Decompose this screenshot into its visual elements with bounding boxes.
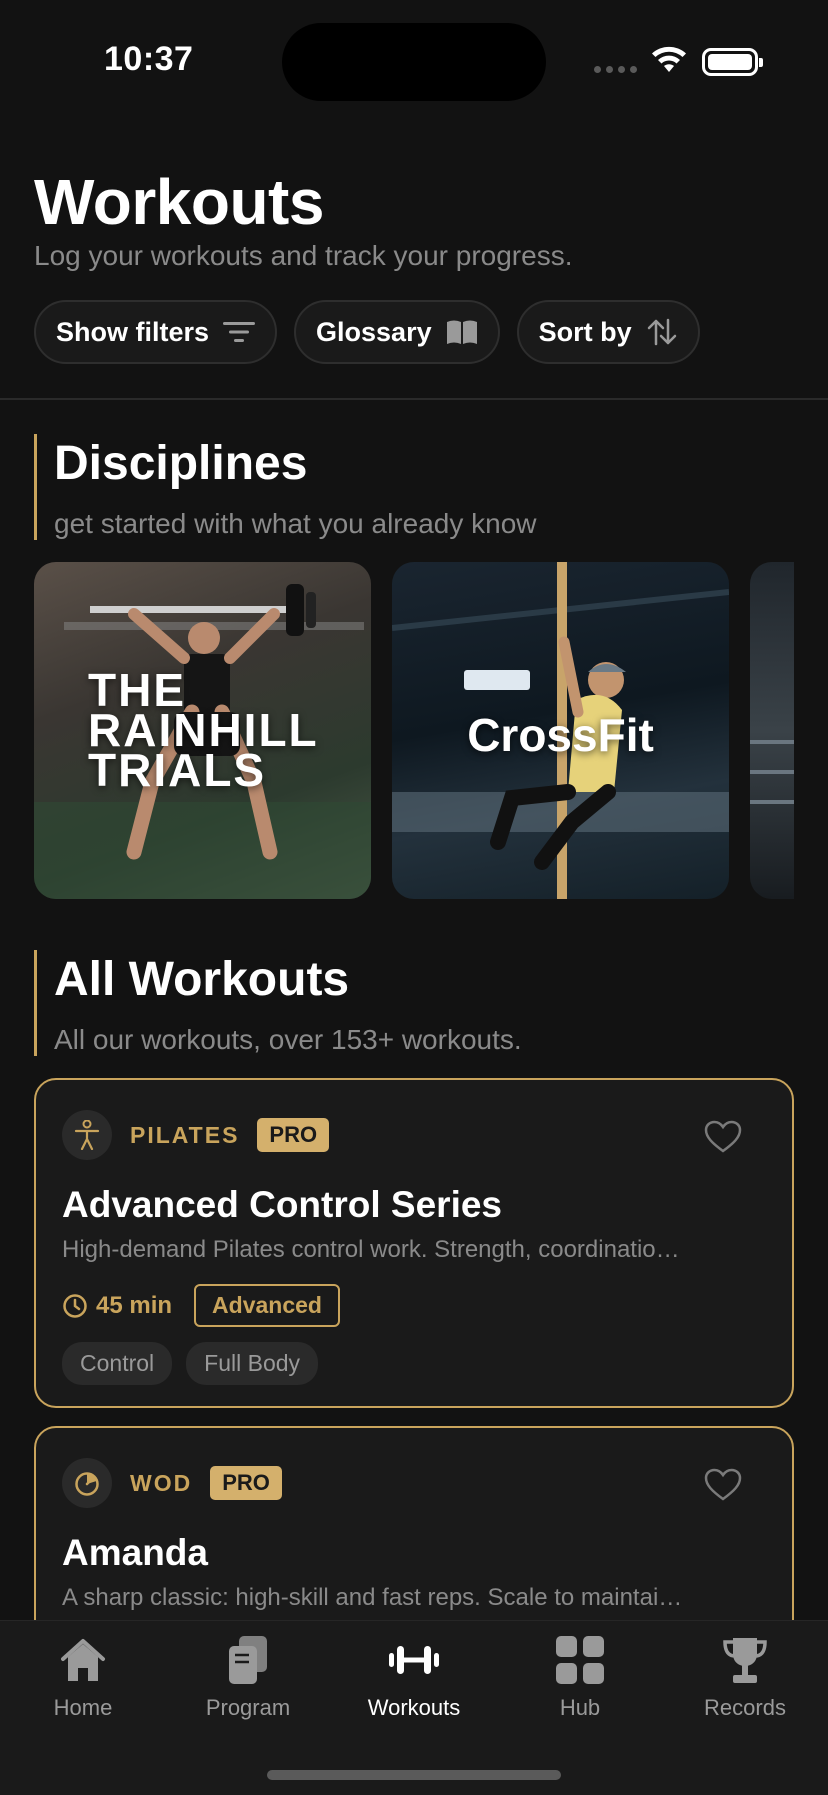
rainhill-trials-title: THE RAINHILL TRIALS: [88, 664, 318, 796]
tab-label: Records: [704, 1695, 786, 1720]
heart-icon[interactable]: [704, 1468, 742, 1502]
program-icon: [227, 1635, 269, 1685]
sort-arrows-icon: [647, 318, 676, 346]
level-badge: Advanced: [194, 1284, 340, 1327]
wifi-icon: [652, 46, 686, 72]
grid-icon: [556, 1635, 604, 1685]
category-row: PILATES PRO: [62, 1110, 330, 1160]
crossfit-title: CrossFit: [467, 709, 654, 761]
category-label: WOD: [130, 1469, 193, 1496]
pro-badge: PRO: [210, 1466, 282, 1500]
show-filters-label: Show filters: [56, 316, 210, 347]
tab-program[interactable]: Program: [165, 1635, 331, 1721]
disciplines-subtitle: get started with what you already know: [54, 508, 537, 539]
workout-title: Amanda: [62, 1532, 208, 1573]
battery-icon: [702, 48, 763, 76]
heart-icon[interactable]: [704, 1120, 742, 1154]
duration: 45 min: [62, 1292, 172, 1320]
discipline-card-crossfit[interactable]: CrossFit: [392, 562, 729, 899]
home-icon: [59, 1635, 107, 1685]
workout-meta: 45 min Advanced: [62, 1284, 340, 1327]
page-title: Workouts: [34, 166, 324, 238]
all-workouts-title: All Workouts: [54, 953, 350, 1006]
cellular-signal-icon: [594, 66, 637, 73]
discipline-card-partial[interactable]: [750, 562, 794, 899]
header-divider: [0, 398, 828, 400]
tab-label: Program: [205, 1695, 291, 1720]
workout-title: Advanced Control Series: [62, 1184, 503, 1225]
clock-icon: [63, 1293, 87, 1318]
filter-row: Show filters Glossary Sort by: [34, 300, 700, 364]
sort-by-button[interactable]: Sort by: [516, 300, 700, 364]
book-icon: [446, 320, 477, 344]
discipline-card-rainhill-trials[interactable]: THE RAINHILL TRIALS: [34, 562, 371, 899]
tag-chip: Control: [62, 1342, 173, 1385]
duration-label: 45 min: [96, 1291, 173, 1319]
dynamic-island: [282, 23, 546, 101]
tab-label: Hub: [559, 1695, 601, 1720]
stopwatch-icon: [62, 1458, 112, 1508]
tab-records[interactable]: Records: [662, 1635, 828, 1721]
glossary-label: Glossary: [316, 316, 432, 347]
tag-list: Control Full Body: [62, 1342, 319, 1385]
disciplines-section-header: Disciplines get started with what you al…: [34, 434, 536, 540]
tab-label: Workouts: [367, 1695, 461, 1720]
tab-workouts[interactable]: Workouts: [331, 1635, 497, 1721]
all-workouts-subtitle: All our workouts, over 153+ workouts.: [54, 1024, 522, 1055]
workout-card[interactable]: PILATES PRO Advanced Control Series High…: [34, 1078, 794, 1408]
dumbbell-icon: [388, 1635, 440, 1685]
page-subtitle: Log your workouts and track your progres…: [34, 240, 573, 271]
status-bar: 10:37: [0, 0, 828, 120]
show-filters-button[interactable]: Show filters: [34, 300, 278, 364]
person-icon: [62, 1110, 112, 1160]
glossary-button[interactable]: Glossary: [294, 300, 500, 364]
trophy-icon: [723, 1635, 767, 1685]
workout-description: High-demand Pilates control work. Streng…: [62, 1236, 680, 1263]
filter-icon: [223, 322, 256, 342]
gym-photo: [750, 740, 794, 804]
workout-description: A sharp classic: high-skill and fast rep…: [62, 1584, 683, 1611]
home-indicator[interactable]: [267, 1770, 561, 1780]
disciplines-title: Disciplines: [54, 437, 308, 490]
tab-label: Home: [53, 1695, 113, 1720]
disciplines-carousel[interactable]: THE RAINHILL TRIALS CrossFit: [34, 562, 794, 899]
tab-bar: Home Program Workouts Hub Records: [0, 1620, 828, 1795]
sort-by-label: Sort by: [538, 316, 632, 347]
all-workouts-section-header: All Workouts All our workouts, over 153+…: [34, 950, 522, 1056]
status-time: 10:37: [104, 40, 194, 78]
tab-home[interactable]: Home: [0, 1635, 166, 1721]
tab-hub[interactable]: Hub: [497, 1635, 663, 1721]
pro-badge: PRO: [257, 1118, 330, 1152]
category-label: PILATES: [130, 1121, 240, 1148]
category-row: WOD PRO: [62, 1458, 282, 1508]
tag-chip: Full Body: [186, 1342, 319, 1385]
